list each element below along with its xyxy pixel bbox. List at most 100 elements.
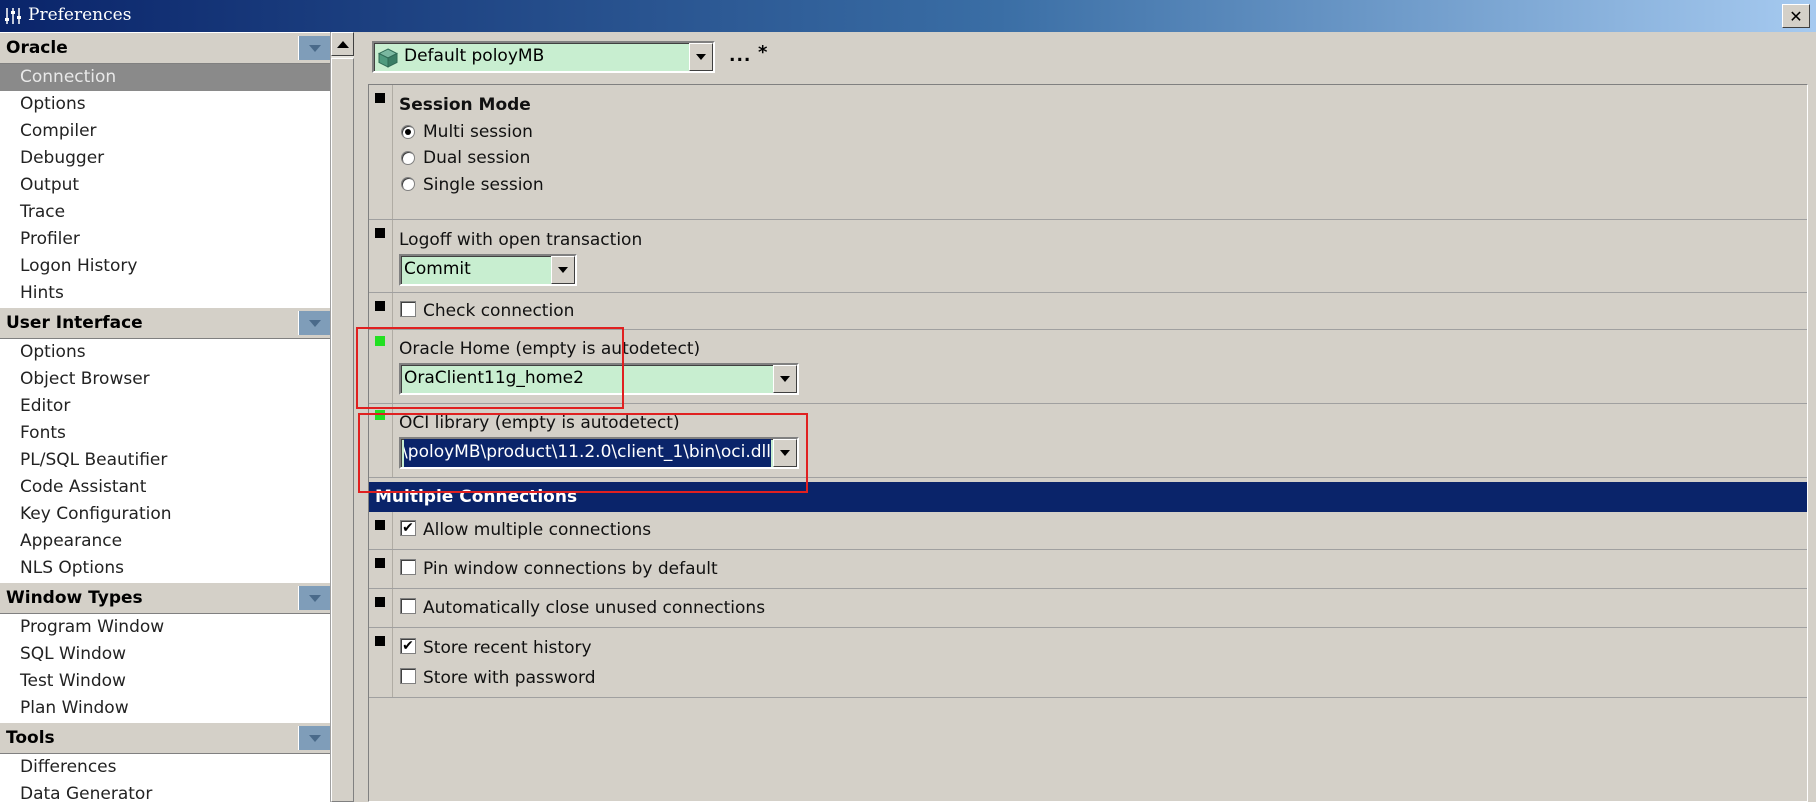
chevron-down-icon[interactable] xyxy=(551,256,575,284)
logoff-section: Logoff with open transaction Commit xyxy=(369,220,1807,293)
store-history-checkbox[interactable]: ✔ xyxy=(400,638,416,654)
changed-marker-icon xyxy=(375,336,385,346)
setting-marker-icon xyxy=(375,93,385,103)
sidebar-item[interactable]: Output xyxy=(0,172,330,199)
check-connection-checkbox[interactable] xyxy=(400,301,416,317)
sidebar-item[interactable]: Data Generator xyxy=(0,781,330,802)
check-connection-section: Check connection xyxy=(369,293,1807,330)
sidebar-item[interactable]: Editor xyxy=(0,393,330,420)
sidebar-item[interactable]: Object Browser xyxy=(0,366,330,393)
multi-session-radio[interactable] xyxy=(401,125,415,139)
preferences-window: Preferences ✕ Oracle Connection Options Com… xyxy=(0,0,1816,802)
sidebar-item[interactable]: NLS Options xyxy=(0,555,330,582)
sidebar-item[interactable]: Hints xyxy=(0,280,330,307)
category-header-label: Window Types xyxy=(6,588,143,608)
sidebar-item[interactable]: Differences xyxy=(0,754,330,781)
connection-profile-select[interactable]: Default poloyMB xyxy=(372,41,715,73)
connection-settings: Session Mode Multi session Dual session … xyxy=(368,84,1808,802)
sidebar-item[interactable]: Key Configuration xyxy=(0,501,330,528)
allow-multiple-section: ✔ Allow multiple connections xyxy=(369,512,1807,550)
check-connection-label[interactable]: Check connection xyxy=(423,301,574,321)
setting-marker-icon xyxy=(375,558,385,568)
category-header[interactable]: User Interface xyxy=(0,307,330,339)
allow-multiple-label[interactable]: Allow multiple connections xyxy=(423,520,651,540)
collapse-arrow-icon[interactable] xyxy=(298,726,330,750)
sidebar-item[interactable]: Options xyxy=(0,339,330,366)
oci-library-select[interactable]: D:\app\poloyMB\product\11.2.0\client_1\b… xyxy=(399,437,799,469)
collapse-arrow-icon[interactable] xyxy=(298,36,330,60)
sidebar-item[interactable]: SQL Window xyxy=(0,641,330,668)
single-session-radio[interactable] xyxy=(401,177,415,191)
pin-window-section: Pin window connections by default xyxy=(369,550,1807,589)
dual-session-radio[interactable] xyxy=(401,151,415,165)
pin-window-checkbox[interactable] xyxy=(400,559,416,575)
sidebar-item[interactable]: Appearance xyxy=(0,528,330,555)
recent-history-section: ✔ Store recent history Store with passwo… xyxy=(369,628,1807,698)
category-list: Oracle Connection Options Compiler Debugger O… xyxy=(0,32,330,802)
sidebar-item[interactable]: Test Window xyxy=(0,668,330,695)
title-bar: Preferences ✕ xyxy=(0,0,1816,32)
setting-marker-icon xyxy=(375,228,385,238)
setting-marker-icon xyxy=(375,597,385,607)
multi-session-label[interactable]: Multi session xyxy=(423,122,533,142)
oracle-home-section: Oracle Home (empty is autodetect) OraCli… xyxy=(369,330,1807,404)
close-icon: ✕ xyxy=(1789,6,1803,26)
window-title: Preferences xyxy=(28,5,132,25)
scroll-up-arrow-icon[interactable] xyxy=(331,32,354,56)
logoff-label: Logoff with open transaction xyxy=(399,230,643,250)
sidebar-scrollbar[interactable] xyxy=(330,32,354,802)
chevron-down-icon[interactable] xyxy=(773,365,797,393)
category-header-label: Tools xyxy=(6,728,55,748)
oci-library-value: D:\app\poloyMB\product\11.2.0\client_1\b… xyxy=(404,442,771,462)
sidebar-item[interactable]: Debugger xyxy=(0,145,330,172)
close-button[interactable]: ✕ xyxy=(1782,4,1810,28)
single-session-label[interactable]: Single session xyxy=(423,175,544,195)
preferences-icon xyxy=(5,8,21,24)
connection-profile-value: Default poloyMB xyxy=(404,46,545,66)
sidebar-item[interactable]: Compiler xyxy=(0,118,330,145)
sidebar-item[interactable]: Code Assistant xyxy=(0,474,330,501)
setting-marker-icon xyxy=(375,636,385,646)
changed-marker-icon xyxy=(375,410,385,420)
category-header[interactable]: Oracle xyxy=(0,32,330,64)
sidebar-item[interactable]: Program Window xyxy=(0,614,330,641)
oracle-home-label: Oracle Home (empty is autodetect) xyxy=(399,339,701,359)
sidebar-item[interactable]: Trace xyxy=(0,199,330,226)
sidebar-item[interactable]: Profiler xyxy=(0,226,330,253)
scrollbar-thumb[interactable] xyxy=(331,58,354,802)
sidebar-item[interactable]: Options xyxy=(0,91,330,118)
oci-library-section: OCI library (empty is autodetect) D:\app… xyxy=(369,404,1807,478)
collapse-arrow-icon[interactable] xyxy=(298,586,330,610)
sidebar-item[interactable]: Logon History xyxy=(0,253,330,280)
check-mark-icon: ✔ xyxy=(402,638,414,654)
category-header[interactable]: Tools xyxy=(0,722,330,754)
oracle-home-value: OraClient11g_home2 xyxy=(404,368,584,388)
chevron-down-icon[interactable] xyxy=(773,439,797,467)
check-mark-icon: ✔ xyxy=(402,520,414,536)
sidebar-item[interactable]: PL/SQL Beautifier xyxy=(0,447,330,474)
sidebar-item[interactable]: Fonts xyxy=(0,420,330,447)
category-header[interactable]: Window Types xyxy=(0,582,330,614)
pin-window-label[interactable]: Pin window connections by default xyxy=(423,559,718,579)
session-mode-section: Session Mode Multi session Dual session … xyxy=(369,85,1807,220)
category-sidebar: Oracle Connection Options Compiler Debugger O… xyxy=(0,32,330,802)
oracle-home-select[interactable]: OraClient11g_home2 xyxy=(399,363,799,395)
auto-close-section: Automatically close unused connections xyxy=(369,589,1807,628)
category-header-label: User Interface xyxy=(6,313,143,333)
sidebar-item[interactable]: Connection xyxy=(0,64,330,91)
setting-marker-icon xyxy=(375,520,385,530)
auto-close-checkbox[interactable] xyxy=(400,598,416,614)
oci-library-label: OCI library (empty is autodetect) xyxy=(399,413,680,433)
store-history-label[interactable]: Store recent history xyxy=(423,638,592,658)
store-password-label[interactable]: Store with password xyxy=(423,668,596,688)
collapse-arrow-icon[interactable] xyxy=(298,311,330,335)
auto-close-label[interactable]: Automatically close unused connections xyxy=(423,598,765,618)
store-password-checkbox[interactable] xyxy=(400,668,416,684)
allow-multiple-checkbox[interactable]: ✔ xyxy=(400,520,416,536)
logoff-select[interactable]: Commit xyxy=(399,254,577,286)
dual-session-label[interactable]: Dual session xyxy=(423,148,530,168)
profile-more-button[interactable]: ... xyxy=(729,46,751,66)
sidebar-item[interactable]: Plan Window xyxy=(0,695,330,722)
multiple-connections-header: Multiple Connections xyxy=(369,482,1807,512)
chevron-down-icon[interactable] xyxy=(689,43,713,71)
